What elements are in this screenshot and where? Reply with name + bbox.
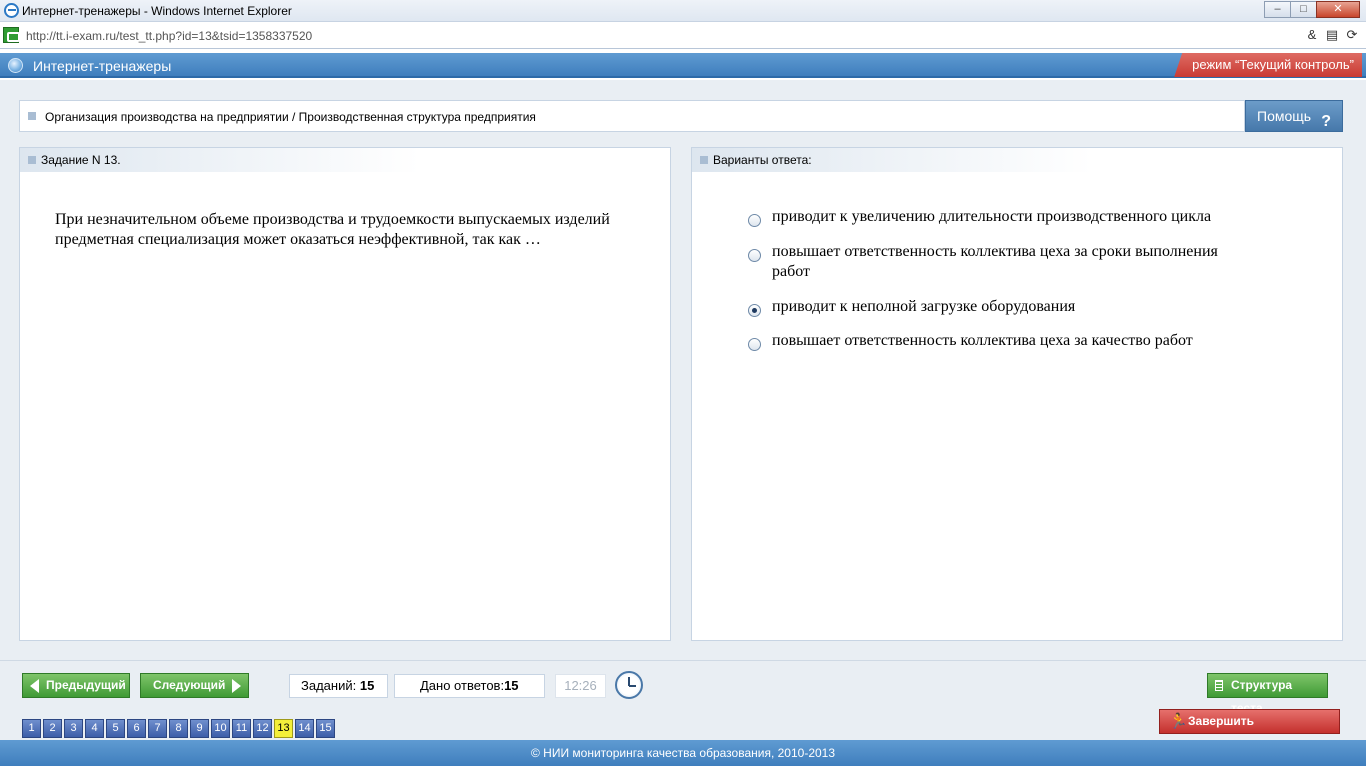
question-text: При незначительном объеме производства и… [55,211,610,248]
finish-test-button[interactable]: 🏃 Завершить тестирование [1159,709,1340,751]
app-header: Интернет-тренажеры режим “Текущий контро… [0,53,1366,78]
radio-button[interactable] [748,249,761,262]
answered-count-box: Дано ответов:15 [394,674,545,698]
breadcrumb-text: Организация производства на предприятии … [45,110,536,124]
arrow-right-icon [232,679,241,693]
ie-icon [4,3,19,18]
radio-button[interactable] [748,338,761,351]
globe-icon [8,58,23,73]
page-button[interactable]: 12 [253,719,272,738]
language-icon[interactable]: & [1304,26,1320,44]
bullet-icon [28,112,36,120]
page-button[interactable]: 9 [190,719,209,738]
task-panel-header: Задание N 13. [20,148,420,172]
help-label: Помощь [1257,108,1312,124]
radio-button[interactable] [748,214,761,227]
page-button[interactable]: 3 [64,719,83,738]
page-button[interactable]: 2 [43,719,62,738]
next-button[interactable]: Следующий [140,673,249,698]
answer-list: приводит к увеличению длительности произ… [748,207,1238,366]
page-button[interactable]: 15 [316,719,335,738]
page-button[interactable]: 6 [127,719,146,738]
answers-panel-header: Варианты ответа: [692,148,1092,172]
bottom-toolbar: Предыдущий Следующий Заданий: 15 Дано от… [0,660,1366,751]
main-area: Организация производства на предприятии … [0,80,1366,660]
answer-option-4[interactable]: повышает ответственность коллектива цеха… [748,331,1238,351]
timer-display: 12:26 [555,674,606,698]
answer-text: приводит к неполной загрузке оборудовани… [772,298,1076,315]
tasks-label: Заданий: [301,678,357,693]
page-button[interactable]: 14 [295,719,314,738]
next-label: Следующий [153,678,226,692]
window-title: Интернет-тренажеры - Windows Internet Ex… [22,4,292,18]
bullet-icon [700,156,708,164]
minimize-icon: – [1274,3,1281,15]
radio-button-selected[interactable] [748,304,761,317]
page-button-current[interactable]: 13 [274,719,293,738]
answer-text: повышает ответственность коллектива цеха… [772,243,1218,280]
window-controls: – □ ✕ [1264,1,1360,18]
tasks-count: 15 [359,678,375,693]
answers-header: Варианты ответа: [713,153,812,167]
help-button[interactable]: Помощь ? [1245,100,1343,132]
favicon-icon [3,27,20,43]
refresh-icon[interactable]: ⟳ [1344,26,1360,44]
maximize-button[interactable]: □ [1290,1,1317,18]
page-button[interactable]: 4 [85,719,104,738]
answer-text: приводит к увеличению длительности произ… [772,208,1212,225]
breadcrumb: Организация производства на предприятии … [19,100,1245,132]
answered-label: Дано ответов: [420,678,505,693]
answered-count: 15 [504,678,519,693]
page-button[interactable]: 11 [232,719,251,738]
minimize-button[interactable]: – [1264,1,1291,18]
answers-panel: Варианты ответа: приводит к увеличению д… [691,147,1343,641]
answer-option-2[interactable]: повышает ответственность коллектива цеха… [748,242,1238,282]
close-icon: ✕ [1333,3,1343,15]
page-button[interactable]: 7 [148,719,167,738]
bullet-icon [28,156,36,164]
compatibility-icon[interactable]: ▤ [1324,26,1340,44]
page-button[interactable]: 8 [169,719,188,738]
answer-option-1[interactable]: приводит к увеличению длительности произ… [748,207,1238,227]
tasks-count-box: Заданий: 15 [289,674,388,698]
help-icon: ? [1321,113,1331,130]
page-button[interactable]: 1 [22,719,41,738]
window-titlebar: Интернет-тренажеры - Windows Internet Ex… [0,0,1366,22]
address-tools: & ▤ ⟳ [1304,26,1360,44]
answer-option-3[interactable]: приводит к неполной загрузке оборудовани… [748,297,1238,317]
runner-icon: 🏃 [1169,713,1188,730]
close-button[interactable]: ✕ [1316,1,1360,18]
previous-button[interactable]: Предыдущий [22,673,130,698]
test-structure-button[interactable]: Структура теста [1207,673,1328,715]
task-number: Задание N 13. [41,153,121,167]
page-button[interactable]: 10 [211,719,230,738]
address-bar: http://tt.i-exam.ru/test_tt.php?id=13&ts… [0,22,1366,49]
footer: © НИИ мониторинга качества образования, … [0,740,1366,766]
answer-text: повышает ответственность коллектива цеха… [772,332,1193,349]
task-panel: Задание N 13. При незначительном объеме … [19,147,671,641]
previous-label: Предыдущий [46,678,126,692]
page-button[interactable]: 5 [106,719,125,738]
url-field[interactable]: http://tt.i-exam.ru/test_tt.php?id=13&ts… [26,29,312,43]
app-title: Интернет-тренажеры [33,58,172,74]
clock-icon[interactable] [615,671,643,699]
question-pager: 1 2 3 4 5 6 7 8 9 10 11 12 13 14 15 [22,719,335,738]
maximize-icon: □ [1300,3,1307,15]
arrow-left-icon [30,679,39,693]
list-icon [1215,680,1223,691]
mode-badge: режим “Текущий контроль” [1174,53,1362,77]
